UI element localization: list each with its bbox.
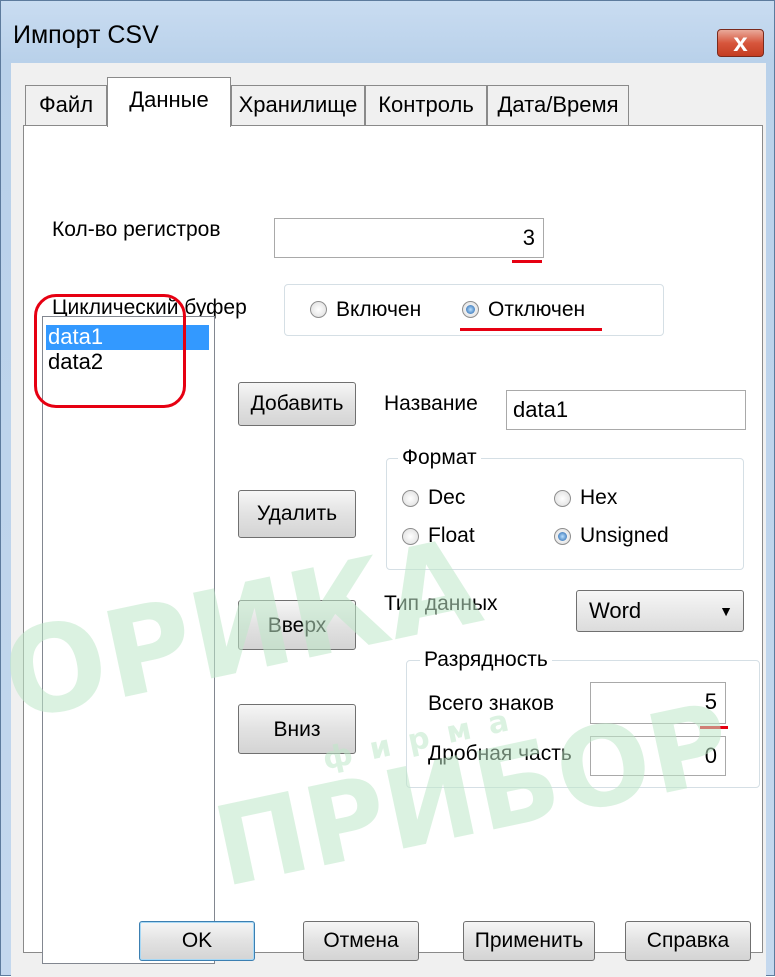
window-title: Импорт CSV (13, 21, 159, 49)
radio-unsigned[interactable] (554, 528, 571, 545)
tab-storage[interactable]: Хранилище (231, 85, 365, 125)
ok-button[interactable]: OK (139, 921, 255, 961)
annotation-underline-total-digits (700, 726, 728, 729)
registers-label: Кол-во регистров (52, 218, 221, 241)
registers-input[interactable]: 3 (274, 218, 544, 258)
title-bar[interactable]: Импорт CSV x (1, 1, 775, 63)
data-type-label: Тип данных (384, 592, 498, 615)
close-button[interactable]: x (717, 27, 764, 57)
data-type-select[interactable]: Word ▼ (576, 590, 744, 632)
radio-disabled-label: Отключен (488, 298, 586, 321)
annotation-underline-cyclic (460, 328, 602, 331)
chevron-down-icon: ▼ (719, 603, 733, 619)
add-button[interactable]: Добавить (238, 382, 356, 426)
annotation-underline-registers (512, 260, 542, 263)
data-listbox[interactable]: data1 data2 (42, 316, 215, 964)
radio-hex[interactable] (554, 490, 571, 507)
radio-enabled[interactable] (310, 301, 327, 318)
help-button[interactable]: Справка (625, 921, 751, 961)
tab-file[interactable]: Файл (25, 85, 107, 125)
radio-enabled-label: Включен (336, 298, 422, 321)
annotation-circle-list (34, 294, 186, 408)
name-input[interactable]: data1 (506, 390, 746, 430)
radio-dec[interactable] (402, 490, 419, 507)
close-icon: x (733, 27, 748, 57)
fraction-digits-input[interactable]: 0 (590, 736, 726, 776)
tab-control[interactable]: Контроль (365, 85, 487, 125)
tab-date-time[interactable]: Дата/Время (487, 85, 629, 125)
radio-hex-label: Hex (580, 486, 618, 509)
radio-unsigned-label: Unsigned (580, 524, 669, 547)
format-group (386, 458, 744, 570)
tab-data[interactable]: Данные (107, 77, 231, 127)
apply-button[interactable]: Применить (463, 921, 595, 961)
total-digits-input[interactable]: 5 (590, 682, 726, 724)
fraction-digits-label: Дробная часть (428, 742, 572, 765)
radio-dec-label: Dec (428, 486, 466, 509)
cancel-button[interactable]: Отмена (303, 921, 419, 961)
delete-button[interactable]: Удалить (238, 490, 356, 538)
move-down-button[interactable]: Вниз (238, 704, 356, 754)
radio-float[interactable] (402, 528, 419, 545)
tab-panel-data: Кол-во регистров 3 Циклический буфер Вкл… (23, 125, 763, 964)
digits-group-title: Разрядность (420, 648, 552, 672)
total-digits-label: Всего знаков (428, 692, 555, 715)
format-group-title: Формат (398, 446, 481, 470)
data-type-value: Word (589, 598, 642, 623)
name-label: Название (384, 392, 478, 415)
radio-disabled[interactable] (462, 301, 479, 318)
move-up-button[interactable]: Вверх (238, 600, 356, 650)
dialog-client-area: Файл Данные Хранилище Контроль Дата/Врем… (11, 63, 766, 977)
dialog-window: Импорт CSV x Файл Данные Хранилище Контр… (0, 0, 775, 977)
radio-float-label: Float (428, 524, 475, 547)
